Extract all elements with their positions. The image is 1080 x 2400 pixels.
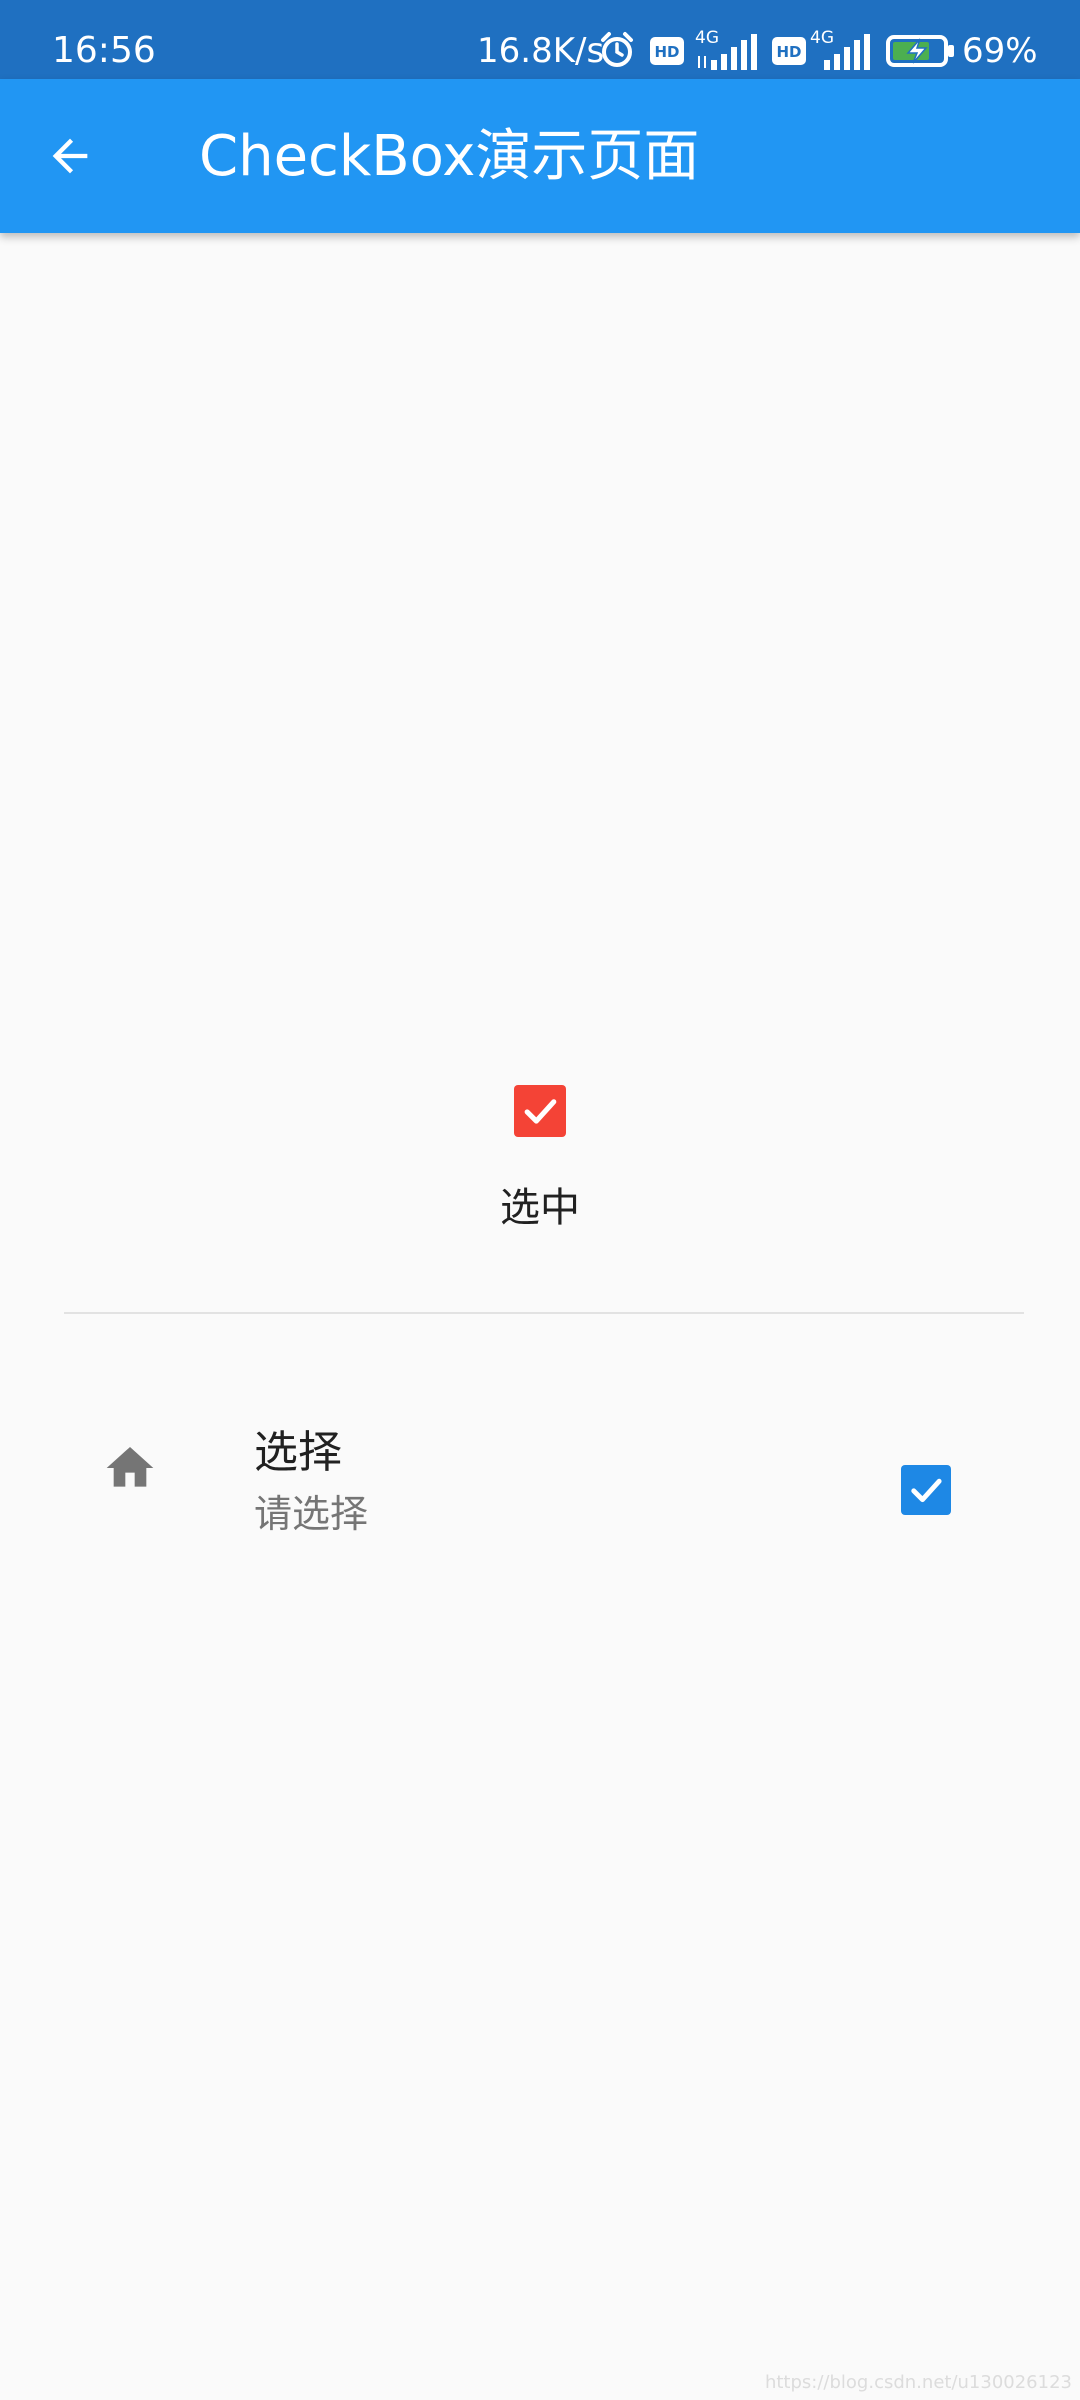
hd-badge-icon: HD	[772, 37, 806, 69]
arrow-back-icon	[52, 138, 88, 174]
tile-subtitle: 请选择	[254, 1492, 369, 1536]
network-speed: 16.8K/s	[477, 31, 605, 71]
home-icon	[102, 1440, 158, 1500]
page-title: CheckBox演示页面	[199, 124, 700, 189]
check-icon	[911, 1478, 942, 1503]
screen: 16:56 16.8K/s HD 4G HD 4G 69% CheckBox演示…	[0, 0, 1080, 2400]
battery-level: 69%	[962, 31, 1038, 71]
hd-badge-icon: HD	[650, 37, 684, 69]
status-indicators: 16.8K/s HD 4G HD 4G 69%	[0, 0, 1080, 79]
hd-badge-label: HD	[776, 43, 801, 61]
tile-title: 选择	[254, 1427, 342, 1478]
signal-strength-icon	[697, 34, 761, 74]
back-button[interactable]	[30, 116, 110, 196]
status-bar: 16:56 16.8K/s HD 4G HD 4G 69%	[0, 0, 1080, 79]
divider	[64, 1312, 1024, 1314]
check-icon	[524, 1099, 557, 1124]
hd-badge-label: HD	[654, 43, 679, 61]
alarm-icon	[598, 31, 636, 73]
checkbox-list-tile[interactable]: 选择 请选择	[64, 1395, 1024, 1545]
checkbox-label: 选中	[500, 1185, 580, 1231]
battery-charging-icon	[886, 35, 956, 71]
app-bar: CheckBox演示页面	[0, 79, 1080, 233]
checkbox-selected[interactable]	[514, 1085, 566, 1137]
tile-checkbox[interactable]	[901, 1465, 951, 1515]
signal-strength-icon	[818, 34, 874, 74]
watermark: https://blog.csdn.net/u130026123	[764, 2372, 1072, 2393]
